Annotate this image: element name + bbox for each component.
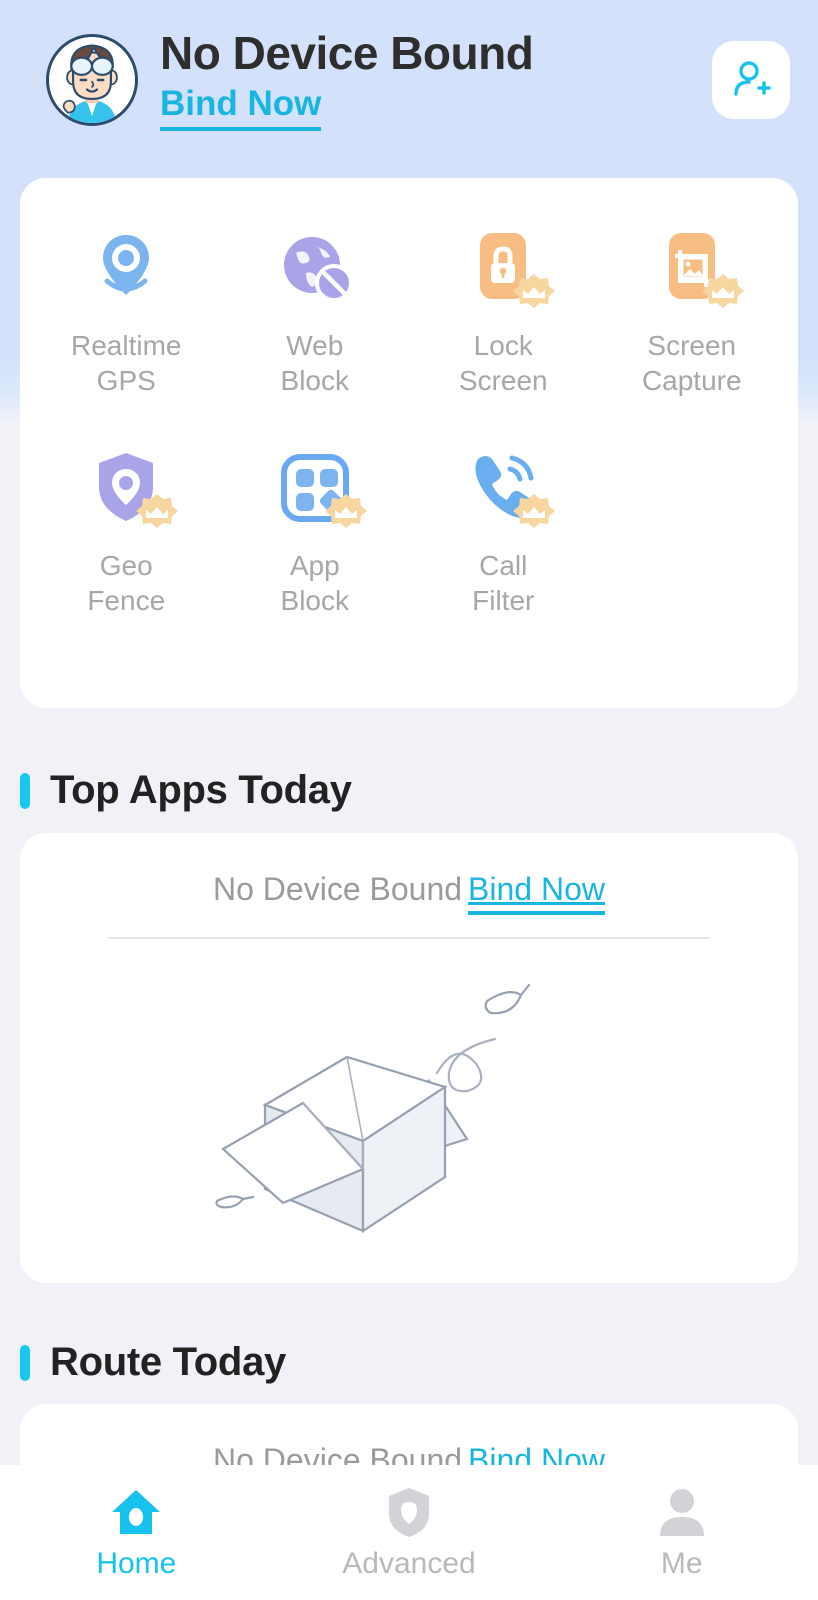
feature-label: App Block	[280, 550, 349, 616]
globe-blocked-icon	[267, 220, 363, 316]
top-apps-bind-now-link[interactable]: Bind Now	[468, 871, 605, 915]
app-header: No Device Bound Bind Now	[0, 0, 818, 160]
bottom-navigation: Home Advanced Me	[0, 1465, 818, 1600]
feature-label: Web Block	[280, 330, 349, 396]
feature-label: Lock Screen	[458, 330, 548, 396]
lock-screen-icon	[455, 220, 556, 316]
features-row-2: Geo Fence App Block Call Filter	[32, 440, 786, 618]
notice-text: No Device Bound	[213, 871, 463, 907]
features-row-1: Realtime GPS Web Block Lock Screen Scree…	[32, 220, 786, 398]
app-grid-icon	[267, 440, 367, 536]
section-title: Top Apps Today	[50, 768, 352, 812]
premium-crown-icon	[513, 274, 556, 308]
feature-web-block[interactable]: Web Block	[221, 220, 410, 398]
feature-label: Geo Fence	[87, 550, 166, 616]
empty-box-illustration	[20, 939, 798, 1243]
feature-label: Realtime GPS	[71, 330, 182, 396]
nav-label: Home	[96, 1547, 177, 1580]
premium-crown-icon	[136, 494, 179, 528]
phone-call-icon	[455, 440, 556, 536]
section-header-top-apps: Top Apps Today	[20, 768, 352, 813]
features-card: Realtime GPS Web Block Lock Screen Scree…	[20, 178, 798, 708]
nav-label: Me	[660, 1547, 703, 1580]
avatar-illustration	[49, 37, 135, 123]
add-user-button[interactable]	[712, 41, 790, 119]
feature-call-filter[interactable]: Call Filter	[409, 440, 598, 618]
top-apps-card: No Device Bound Bind Now	[20, 833, 798, 1283]
section-title: Route Today	[50, 1340, 286, 1384]
boy-avatar-icon[interactable]	[46, 34, 138, 126]
top-apps-notice: No Device Bound Bind Now	[20, 833, 798, 915]
feature-label: Screen Capture	[641, 330, 742, 396]
premium-crown-icon	[324, 494, 367, 528]
feature-app-block[interactable]: App Block	[221, 440, 410, 618]
shield-icon	[381, 1481, 437, 1543]
section-header-route: Route Today	[20, 1340, 286, 1385]
shield-pin-icon	[78, 440, 179, 536]
premium-crown-icon	[701, 274, 744, 308]
home-icon	[108, 1481, 164, 1543]
section-accent-bar	[20, 1344, 30, 1381]
screen-capture-icon	[644, 220, 744, 316]
feature-lock-screen[interactable]: Lock Screen	[409, 220, 598, 398]
add-user-icon	[734, 61, 771, 96]
premium-crown-icon	[513, 494, 556, 528]
nav-item-advanced[interactable]: Advanced	[273, 1481, 546, 1581]
nav-item-me[interactable]: Me	[545, 1481, 818, 1581]
nav-label: Advanced	[342, 1547, 476, 1580]
header-text-block: No Device Bound Bind Now	[160, 27, 702, 131]
header-bind-now-link[interactable]: Bind Now	[160, 83, 322, 131]
page-title: No Device Bound	[160, 27, 534, 80]
feature-geo-fence[interactable]: Geo Fence	[32, 440, 221, 618]
location-pin-icon	[78, 220, 174, 316]
feature-realtime-gps[interactable]: Realtime GPS	[32, 220, 221, 398]
app-root: No Device Bound Bind Now Realtime GPS We…	[0, 0, 818, 1600]
section-accent-bar	[20, 772, 30, 809]
feature-screen-capture[interactable]: Screen Capture	[598, 220, 787, 398]
person-icon	[654, 1481, 710, 1543]
feature-label: Call Filter	[472, 550, 535, 616]
nav-item-home[interactable]: Home	[0, 1481, 273, 1581]
